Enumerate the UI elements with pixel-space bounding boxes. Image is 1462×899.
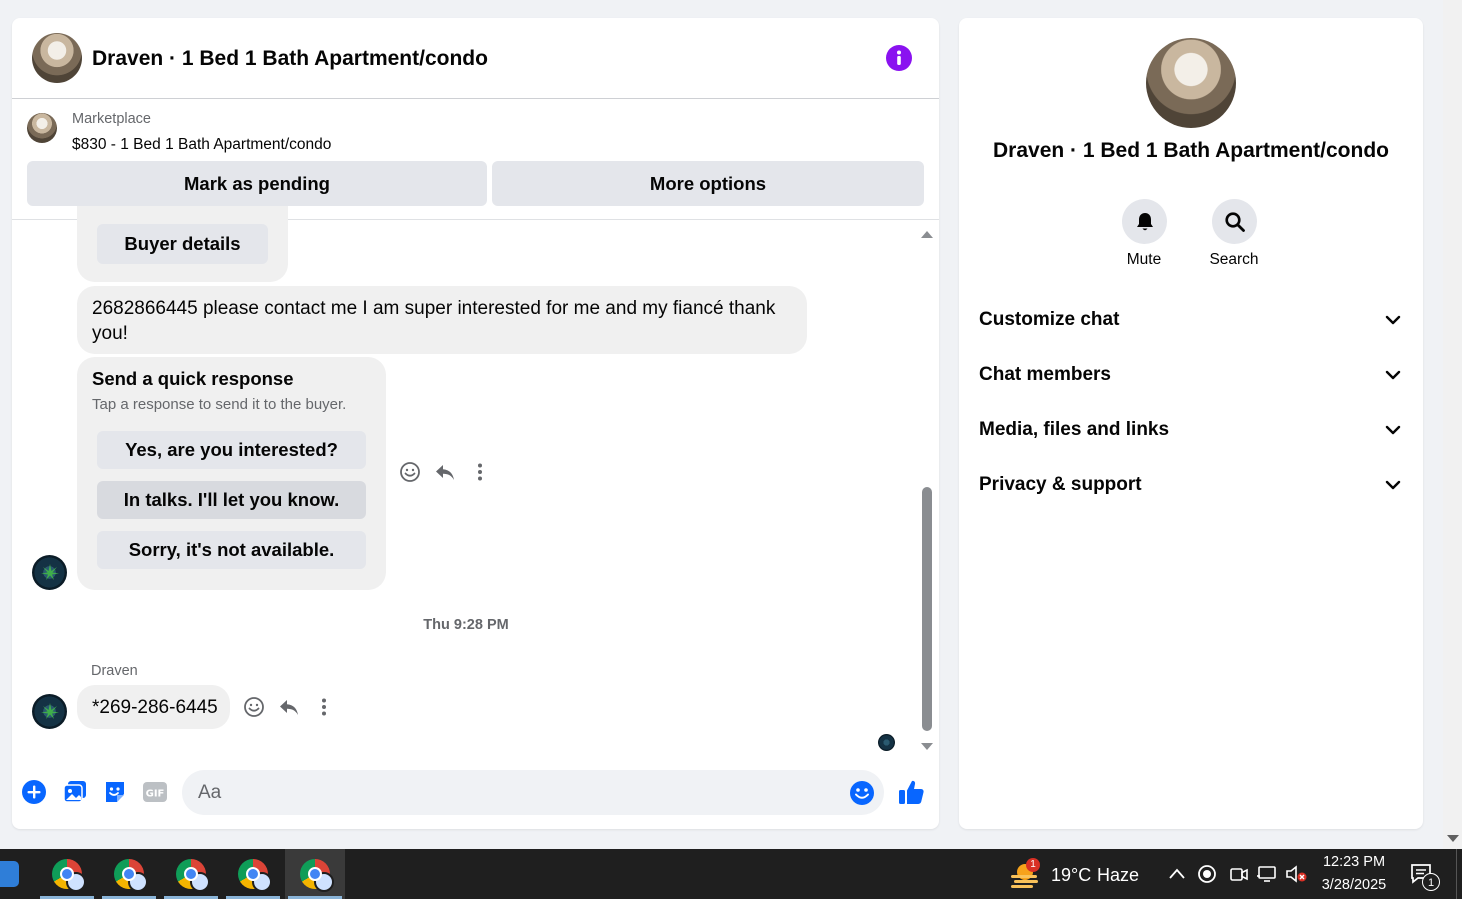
quick-response-subtitle: Tap a response to send it to the buyer. — [92, 396, 347, 413]
sender-avatar[interactable] — [32, 555, 67, 590]
more-actions-icon[interactable] — [467, 459, 493, 485]
details-title: Draven · 1 Bed 1 Bath Apartment/condo — [993, 139, 1389, 162]
weather-description: Haze — [1097, 865, 1140, 885]
listing-source: Marketplace — [72, 111, 151, 127]
section-customize-chat[interactable]: Customize chat — [969, 297, 1413, 343]
photo-attach-icon[interactable] — [61, 779, 89, 805]
section-label: Customize chat — [979, 309, 1120, 330]
scroll-down-arrow-icon[interactable] — [920, 739, 934, 757]
chevron-down-icon — [1385, 425, 1401, 435]
record-icon[interactable] — [1197, 864, 1217, 884]
chrome-icon — [300, 859, 334, 892]
camera-icon[interactable] — [1229, 864, 1249, 884]
section-privacy-support[interactable]: Privacy & support — [969, 462, 1413, 508]
volume-muted-icon[interactable] — [1285, 864, 1309, 884]
scrollbar-thumb[interactable] — [922, 487, 932, 731]
composer: GIF — [12, 766, 939, 829]
clock-date[interactable]: 3/28/2025 — [1314, 877, 1394, 893]
taskbar-app-partial[interactable] — [0, 849, 20, 899]
scroll-up-arrow-icon[interactable] — [920, 226, 934, 244]
search-button[interactable] — [1212, 199, 1257, 244]
taskbar-chrome[interactable] — [99, 849, 159, 899]
mute-button[interactable] — [1122, 199, 1167, 244]
mark-as-pending-button[interactable]: Mark as pending — [27, 161, 487, 206]
info-icon[interactable] — [886, 45, 912, 71]
quick-response-option[interactable]: Sorry, it's not available. — [97, 531, 366, 569]
taskbar-chrome-active[interactable] — [285, 849, 345, 899]
quick-response-option[interactable]: Yes, are you interested? — [97, 431, 366, 469]
buyer-details-button[interactable]: Buyer details — [97, 224, 268, 264]
weather-widget[interactable]: 1 19°C Haze — [1008, 858, 1148, 891]
listing-bar: Marketplace $830 - 1 Bed 1 Bath Apartmen… — [12, 99, 939, 220]
listing-summary[interactable]: $830 - 1 Bed 1 Bath Apartment/condo — [72, 136, 331, 154]
network-icon[interactable] — [1256, 864, 1278, 884]
mute-label: Mute — [1126, 251, 1162, 268]
search-label: Search — [1209, 251, 1259, 268]
weather-temperature: 19°C — [1051, 865, 1092, 885]
conversation-title[interactable]: Draven · 1 Bed 1 Bath Apartment/condo — [92, 47, 488, 71]
tray-overflow-chevron-icon[interactable] — [1168, 867, 1186, 881]
quick-response-option[interactable]: In talks. I'll let you know. — [97, 481, 366, 519]
chrome-icon — [52, 859, 86, 892]
section-label: Chat members — [979, 364, 1111, 385]
scroll-down-arrow-icon[interactable] — [1446, 834, 1460, 844]
quick-response-title: Send a quick response — [92, 368, 294, 389]
add-plus-icon[interactable] — [21, 779, 47, 805]
react-emoji-icon[interactable] — [397, 459, 423, 485]
message-input[interactable] — [182, 770, 884, 815]
details-avatar[interactable] — [1146, 38, 1236, 128]
more-options-button[interactable]: More options — [492, 161, 924, 206]
clock-time[interactable]: 12:23 PM — [1314, 854, 1394, 870]
last-message-text: *269-286-6445 — [92, 697, 218, 718]
taskbar-chrome[interactable] — [223, 849, 283, 899]
taskbar-chrome[interactable] — [161, 849, 221, 899]
section-media-files-links[interactable]: Media, files and links — [969, 407, 1413, 453]
chat-panel: Draven · 1 Bed 1 Bath Apartment/condo Ma… — [12, 18, 939, 829]
chrome-icon — [176, 859, 210, 892]
chat-header: Draven · 1 Bed 1 Bath Apartment/condo — [12, 18, 939, 99]
chevron-down-icon — [1385, 370, 1401, 380]
section-chat-members[interactable]: Chat members — [969, 352, 1413, 398]
more-actions-icon[interactable] — [311, 694, 337, 720]
listing-thumbnail[interactable] — [27, 113, 57, 143]
section-label: Media, files and links — [979, 419, 1170, 440]
details-panel: Draven · 1 Bed 1 Bath Apartment/condo Mu… — [959, 18, 1423, 829]
page-scrollbar[interactable] — [1443, 0, 1462, 849]
thumbs-up-icon[interactable] — [896, 777, 926, 807]
chevron-down-icon — [1385, 315, 1401, 325]
reply-icon[interactable] — [432, 459, 458, 485]
react-emoji-icon[interactable] — [241, 694, 267, 720]
sender-avatar[interactable] — [32, 694, 67, 729]
read-receipt-avatar — [878, 734, 895, 751]
search-icon — [1224, 211, 1245, 232]
chrome-icon — [238, 859, 272, 892]
notification-count: 1 — [1422, 873, 1440, 891]
section-label: Privacy & support — [979, 474, 1142, 495]
app-icon — [0, 861, 19, 887]
sender-name: Draven — [91, 663, 138, 679]
reply-icon[interactable] — [276, 694, 302, 720]
message-timestamp: Thu 9:28 PM — [423, 617, 509, 633]
chrome-icon — [114, 859, 148, 892]
taskbar-chrome[interactable] — [37, 849, 97, 899]
taskbar: 1 19°C Haze 12:23 PM 3/28/2025 1 — [0, 849, 1462, 899]
show-desktop-strip[interactable] — [1456, 849, 1462, 899]
contact-message-text: 2682866445 please contact me I am super … — [92, 298, 776, 344]
chevron-down-icon — [1385, 480, 1401, 490]
weather-badge: 1 — [1026, 858, 1040, 872]
emoji-icon[interactable] — [848, 779, 876, 807]
sticker-icon[interactable] — [101, 779, 129, 805]
bell-icon — [1136, 212, 1153, 230]
svg-text:GIF: GIF — [146, 789, 165, 800]
gif-icon[interactable]: GIF — [141, 779, 169, 805]
conversation-avatar[interactable] — [32, 33, 82, 83]
